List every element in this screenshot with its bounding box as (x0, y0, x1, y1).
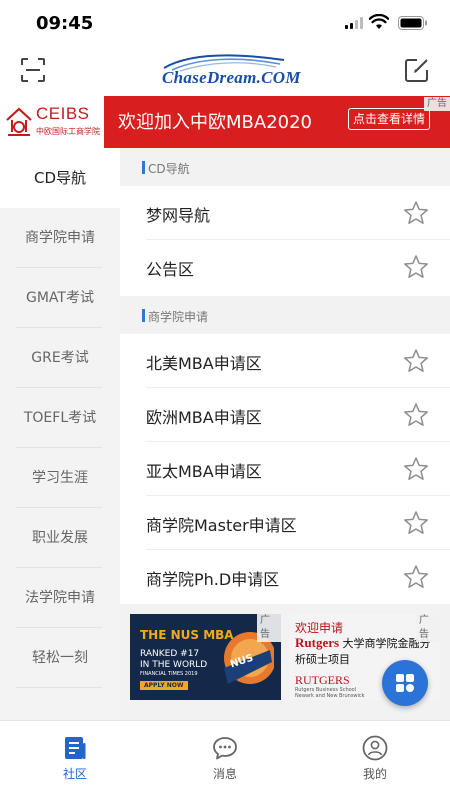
community-icon (65, 737, 86, 759)
rutgers-sub-line: Newark and New Brunswick (295, 693, 365, 699)
ad-tag: 广告 (257, 614, 281, 642)
logo-text: ChaseDream.COM (162, 68, 301, 87)
forum-name: 公告区 (146, 260, 195, 279)
status-bar: 09:45 (0, 0, 450, 46)
section-title: 商学院申请 (148, 310, 209, 324)
grid-icon (396, 674, 414, 692)
sidebar-item-career[interactable]: 职业发展 (0, 508, 120, 568)
ceibs-banner-ad[interactable]: CEIBS 中欧国际工商学院 欢迎加入中欧MBA2020 点击查看详情 广告 (0, 96, 450, 148)
star-icon[interactable] (403, 348, 429, 374)
forum-name: 亚太MBA申请区 (146, 462, 262, 481)
star-icon[interactable] (403, 564, 429, 590)
ceibs-subtitle: 中欧国际工商学院 (36, 127, 100, 136)
nus-ad-rank-line: RANKED #17 (140, 649, 200, 659)
bottom-tab-bar: 社区 消息 我的 (0, 720, 450, 800)
forum-name: 北美MBA申请区 (146, 354, 262, 373)
sidebar-item-label: 轻松一刻 (32, 650, 88, 666)
divider (16, 687, 102, 688)
tab-messages[interactable]: 消息 (150, 721, 300, 787)
rutgers-brand: Rutgers (295, 635, 340, 650)
section-title: CD导航 (148, 162, 190, 176)
sidebar-item-label: 职业发展 (32, 530, 88, 546)
sidebar-item-cd-nav[interactable]: CD导航 (0, 148, 120, 208)
tab-label: 消息 (212, 767, 237, 781)
banner-title: 欢迎加入中欧MBA2020 (118, 112, 313, 133)
list-item-forum[interactable]: 欧洲MBA申请区 (120, 388, 450, 442)
star-icon[interactable] (403, 510, 429, 536)
sidebar-item-label: GMAT考试 (26, 290, 94, 306)
tab-profile[interactable]: 我的 (300, 721, 450, 787)
banner-cta-button[interactable]: 点击查看详情 (348, 108, 430, 130)
sidebar-item-label: GRE考试 (31, 350, 89, 366)
sidebar-item-label: 法学院申请 (25, 590, 95, 606)
forum-name: 梦网导航 (146, 206, 211, 225)
sidebar-item-study-life[interactable]: 学习生涯 (0, 448, 120, 508)
star-icon[interactable] (403, 254, 429, 280)
section-header: 商学院申请 (120, 296, 450, 334)
sidebar-item-gmat[interactable]: GMAT考试 (0, 268, 120, 328)
status-time: 09:45 (36, 13, 94, 34)
chasedream-logo[interactable]: ChaseDream.COM (158, 50, 301, 92)
sidebar-item-relax[interactable]: 轻松一刻 (0, 628, 120, 688)
forum-name: 欧洲MBA申请区 (146, 408, 262, 427)
section-header: CD导航 (120, 148, 450, 186)
sidebar-item-label: CD导航 (33, 169, 87, 187)
nus-apply-button[interactable]: APPLY NOW (140, 681, 188, 690)
sidebar-item-business-school[interactable]: 商学院申请 (0, 208, 120, 268)
forum-list: CD导航 梦网导航 公告区 商学院申请 北美MBA申请区 欧洲MBA申请区 亚太… (120, 148, 450, 720)
ceibs-name: CEIBS (36, 104, 90, 123)
list-item-forum[interactable]: 北美MBA申请区 (120, 334, 450, 388)
rutgers-ad-sub: Rutgers Business School Newark and New Br… (295, 687, 365, 699)
sidebar-item-label: 商学院申请 (25, 230, 95, 246)
list-item-forum[interactable]: 商学院Master申请区 (120, 496, 450, 550)
tab-community[interactable]: 社区 (0, 721, 150, 787)
star-icon[interactable] (403, 200, 429, 226)
sidebar-item-law-school[interactable]: 法学院申请 (0, 568, 120, 628)
list-item-forum[interactable]: 梦网导航 (120, 186, 450, 240)
nus-mba-ad[interactable]: THE NUS MBA RANKED #17 IN THE WORLD FINAN… (130, 614, 281, 700)
rutgers-logo: RUTGERS (295, 673, 350, 687)
sidebar-item-gre[interactable]: GRE考试 (0, 328, 120, 388)
sidebar-item-label: 学习生涯 (32, 470, 88, 486)
nus-ad-source: FINANCIAL TIMES 2019 (140, 671, 198, 677)
list-item-forum[interactable]: 商学院Ph.D申请区 (120, 550, 450, 604)
list-item-forum[interactable]: 公告区 (120, 240, 450, 294)
battery-icon (398, 16, 427, 30)
category-sidebar: CD导航 商学院申请 GMAT考试 GRE考试 TOEFL考试 学习生涯 职业发… (0, 148, 120, 720)
message-icon (213, 737, 237, 760)
section-marker (142, 161, 145, 174)
grid-menu-fab[interactable] (382, 660, 428, 706)
sidebar-item-label: TOEFL考试 (23, 410, 97, 426)
edit-icon[interactable] (403, 56, 431, 84)
tab-label: 我的 (362, 767, 387, 781)
cellular-signal-icon (345, 17, 363, 29)
nus-ad-rank-line: IN THE WORLD (140, 660, 208, 670)
rutgers-ad-headline: 欢迎申请 (295, 621, 344, 635)
forum-name: 商学院Master申请区 (146, 516, 297, 535)
list-item-forum[interactable]: 亚太MBA申请区 (120, 442, 450, 496)
ceibs-emblem-icon (6, 107, 32, 136)
ceibs-logo: CEIBS 中欧国际工商学院 (0, 96, 104, 148)
ad-tag: 广告 (416, 614, 440, 642)
sidebar-item-toefl[interactable]: TOEFL考试 (0, 388, 120, 448)
tab-label: 社区 (62, 767, 87, 781)
wifi-icon (369, 14, 389, 29)
banner-ad-tag: 广告 (424, 97, 450, 111)
star-icon[interactable] (403, 402, 429, 428)
star-icon[interactable] (403, 456, 429, 482)
forum-name: 商学院Ph.D申请区 (146, 570, 280, 589)
scan-icon[interactable] (20, 57, 46, 83)
profile-icon (362, 735, 388, 761)
section-marker (142, 309, 145, 322)
nus-ad-rank: RANKED #17 IN THE WORLD (140, 649, 207, 671)
app-header: ChaseDream.COM (0, 46, 450, 96)
